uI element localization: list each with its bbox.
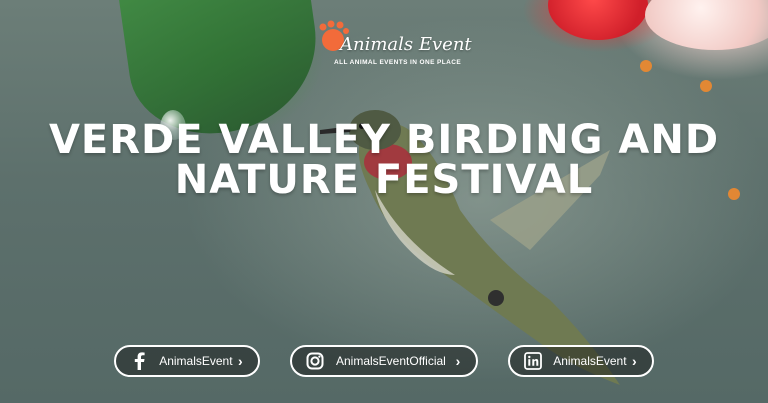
- event-title-line-1: VERDE VALLEY BIRDING AND: [48, 117, 720, 163]
- instagram-handle: AnimalsEventOfficial: [336, 354, 446, 368]
- facebook-icon: [128, 350, 149, 372]
- linkedin-link[interactable]: AnimalsEvent ›: [508, 345, 654, 377]
- chevron-right-icon: ›: [631, 353, 637, 369]
- facebook-link[interactable]: AnimalsEvent ›: [114, 345, 260, 377]
- facebook-handle: AnimalsEvent: [159, 354, 233, 368]
- logo-tagline: ALL ANIMAL EVENTS IN ONE PLACE: [334, 59, 462, 66]
- logo-name: Animals Event: [340, 34, 472, 55]
- linkedin-handle: AnimalsEvent: [553, 354, 627, 368]
- event-title: VERDE VALLEY BIRDING AND NATURE FESTIVAL: [0, 120, 768, 200]
- chevron-right-icon: ›: [455, 353, 461, 369]
- berry: [700, 80, 712, 92]
- linkedin-icon: [522, 350, 543, 372]
- event-title-line-2: NATURE FESTIVAL: [174, 157, 594, 203]
- instagram-link[interactable]: AnimalsEventOfficial ›: [290, 345, 478, 377]
- instagram-icon: [304, 350, 326, 372]
- chevron-right-icon: ›: [237, 353, 243, 369]
- berry: [640, 60, 652, 72]
- brand-logo: Animals Event ALL ANIMAL EVENTS IN ONE P…: [316, 20, 476, 70]
